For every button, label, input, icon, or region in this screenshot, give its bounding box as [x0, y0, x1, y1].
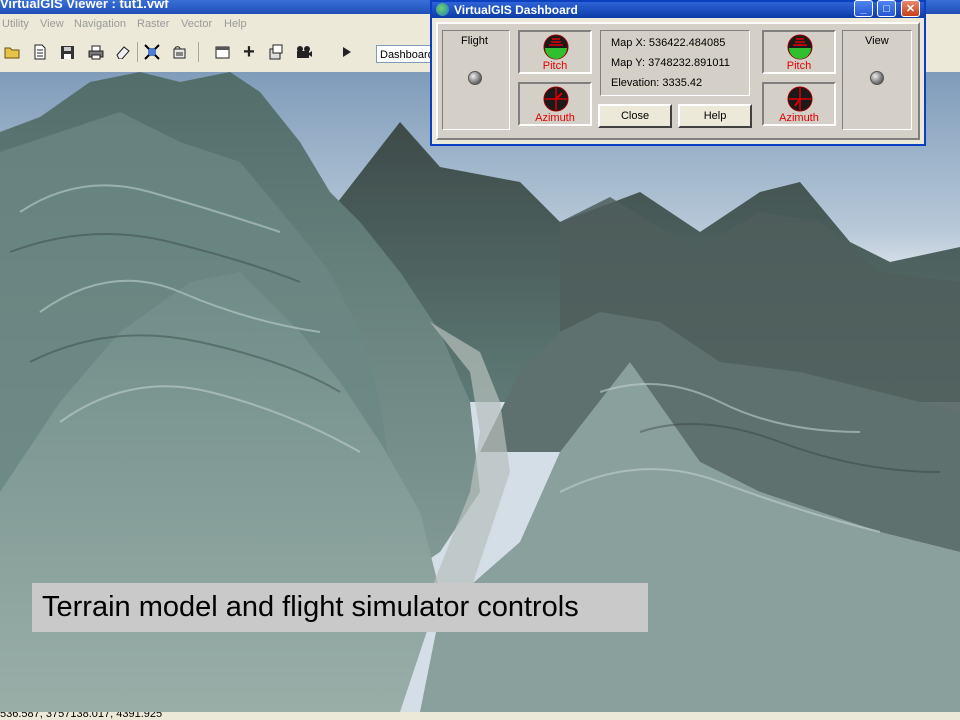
maximize-button[interactable]: □ — [877, 0, 896, 17]
zoom-extent-icon[interactable] — [142, 42, 162, 62]
elevation-readout: Elevation: 3335.42 — [611, 77, 703, 89]
menu-view[interactable]: View — [40, 18, 64, 30]
map-x-readout: Map X: 536422.484085 — [611, 37, 726, 49]
view-mode-select[interactable]: Dashboard — [376, 45, 436, 63]
frame-icon[interactable] — [212, 42, 232, 62]
flight-label: Flight — [461, 35, 488, 47]
toolbar-divider — [198, 42, 199, 62]
coordinate-readout: Map X: 536422.484085 Map Y: 3748232.8910… — [600, 30, 750, 96]
map-y-readout: Map Y: 3748232.891011 — [611, 57, 730, 69]
pitch-gauge-icon — [543, 34, 569, 60]
save-icon[interactable] — [57, 42, 77, 62]
pitch-gauge-icon — [787, 34, 813, 60]
camera-icon[interactable] — [294, 42, 314, 62]
menu-help[interactable]: Help — [224, 18, 247, 30]
left-azimuth-label: Azimuth — [535, 112, 575, 124]
dashboard-body: Flight Pitch Azimuth Map X: 536422.48408… — [436, 22, 920, 140]
azimuth-gauge-icon — [543, 86, 569, 112]
play-icon[interactable] — [337, 42, 357, 62]
crosshair-icon[interactable]: + — [239, 41, 259, 63]
left-pitch-label: Pitch — [542, 60, 568, 72]
left-azimuth-gauge: Azimuth — [518, 82, 592, 126]
view-indicator[interactable] — [870, 71, 884, 85]
flight-indicator[interactable] — [468, 71, 482, 85]
scroll-icon[interactable] — [170, 42, 190, 62]
status-bar: 536.587, 3757138.017, 4391.925 — [0, 712, 960, 720]
new-file-icon[interactable] — [30, 42, 50, 62]
slide-caption: Terrain model and flight simulator contr… — [32, 583, 648, 632]
menu-raster[interactable]: Raster — [137, 18, 169, 30]
add-layer-icon[interactable] — [266, 42, 286, 62]
view-panel: View — [842, 30, 912, 130]
menu-navigation[interactable]: Navigation — [74, 18, 126, 30]
toolbar-divider — [137, 42, 138, 62]
right-azimuth-gauge: Azimuth — [762, 82, 836, 126]
close-window-button[interactable]: ✕ — [901, 0, 920, 17]
menu-vector[interactable]: Vector — [181, 18, 212, 30]
left-pitch-gauge: Pitch — [518, 30, 592, 74]
minimize-button[interactable]: _ — [854, 0, 873, 17]
window-title: VirtualGIS Viewer : tut1.vwf — [0, 0, 169, 11]
right-pitch-gauge: Pitch — [762, 30, 836, 74]
help-button[interactable]: Help — [678, 104, 752, 128]
menu-utility[interactable]: Utility — [2, 18, 29, 30]
print-icon[interactable] — [86, 42, 106, 62]
azimuth-gauge-icon — [787, 86, 813, 112]
open-folder-icon[interactable] — [2, 42, 22, 62]
close-button[interactable]: Close — [598, 104, 672, 128]
right-pitch-label: Pitch — [786, 60, 812, 72]
eraser-icon[interactable] — [113, 42, 133, 62]
dashboard-title: VirtualGIS Dashboard — [454, 3, 578, 17]
view-label: View — [865, 35, 889, 47]
dashboard-title-bar[interactable]: VirtualGIS Dashboard _ □ ✕ — [432, 0, 924, 18]
right-azimuth-label: Azimuth — [779, 112, 819, 124]
dashboard-dialog: VirtualGIS Dashboard _ □ ✕ Flight Pitch — [430, 0, 926, 146]
flight-panel: Flight — [442, 30, 510, 130]
globe-icon — [436, 3, 449, 16]
cursor-coordinates: 536.587, 3757138.017, 4391.925 — [0, 712, 163, 720]
